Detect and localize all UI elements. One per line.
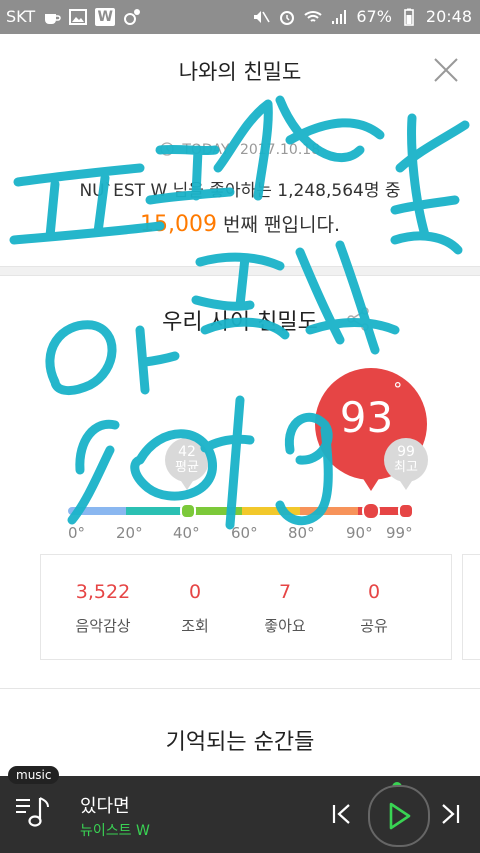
stat-views: 0 조회	[155, 581, 235, 636]
tick-label: 20°	[116, 524, 143, 542]
music-app-icon	[123, 8, 141, 26]
section-divider	[0, 266, 480, 276]
stat-shares: 0 공유	[334, 581, 414, 636]
activity-stats-card: 3,522 음악감상 0 조회 7 좋아요 0 공유	[40, 554, 452, 660]
stat-label: 공유	[360, 617, 388, 635]
best-dot	[398, 503, 414, 519]
page-header: 나와의 친밀도	[0, 34, 480, 105]
stat-value: 7	[278, 581, 292, 603]
gauge-segment-yellow	[242, 507, 300, 515]
score-degree: °	[393, 379, 403, 400]
best-pointer	[400, 481, 412, 490]
battery-icon	[400, 8, 418, 26]
average-value: 42	[178, 444, 196, 460]
previous-track-icon[interactable]	[330, 802, 354, 826]
fan-number: 15,009	[140, 212, 217, 237]
close-icon	[434, 58, 458, 82]
today-date: 2017.10.18	[239, 142, 321, 158]
score-dot	[362, 502, 380, 520]
music-badge: music	[8, 766, 60, 784]
carrier-label: SKT	[6, 7, 36, 26]
gauge-segment-blue	[68, 507, 126, 515]
intimacy-score: 93	[339, 393, 394, 442]
moments-title: 기억되는 순간들	[165, 730, 315, 755]
tick-label: 90°	[346, 524, 373, 542]
alarm-icon	[278, 8, 296, 26]
stat-label: 음악감상	[75, 617, 131, 635]
stat-label: 조회	[181, 617, 209, 635]
mute-icon	[252, 8, 271, 26]
page-title: 나와의 친밀도	[178, 60, 302, 84]
average-marker: 42 평균	[165, 438, 209, 482]
playlist-icon[interactable]	[14, 792, 54, 832]
tick-label: 60°	[231, 524, 258, 542]
next-card-peek[interactable]	[462, 554, 480, 660]
song-artist[interactable]: 뉴이스트 W	[80, 820, 150, 840]
w-app-icon: W	[95, 7, 116, 26]
clock-time: 20:48	[425, 7, 472, 26]
status-bar: SKT W 67% 20:48	[0, 0, 480, 34]
best-value: 99	[397, 444, 415, 460]
tick-label: 40°	[173, 524, 200, 542]
best-label: 최고	[394, 460, 418, 475]
average-label: 평균	[175, 460, 199, 475]
share-icon[interactable]	[345, 306, 371, 332]
stat-listening: 3,522 음악감상	[63, 581, 143, 636]
fan-rank-line: 15,009 번째 팬입니다.	[0, 210, 480, 237]
clock-icon	[160, 142, 174, 156]
stat-value: 0	[367, 581, 381, 603]
song-title[interactable]: 있다면	[80, 792, 130, 818]
intimacy-section-title: 우리 사이 친밀도	[162, 310, 318, 335]
tick-label: 0°	[68, 524, 86, 542]
average-pointer	[181, 481, 193, 490]
average-dot	[180, 503, 196, 519]
gauge-segment-teal	[126, 507, 184, 515]
intimacy-gauge-bar	[68, 507, 412, 515]
stat-likes: 7 좋아요	[245, 581, 325, 636]
next-track-icon[interactable]	[438, 802, 462, 826]
gauge-segment-orange	[300, 507, 358, 515]
battery-percent: 67%	[356, 7, 392, 26]
stat-value: 3,522	[75, 581, 131, 603]
score-pointer	[362, 477, 380, 491]
fan-count-line: NU`EST W 님을 좋아하는 1,248,564명 중	[79, 181, 401, 201]
wifi-icon	[304, 8, 322, 26]
section-divider	[0, 688, 480, 689]
intimacy-content: TODAY 2017.10.18 NU`EST W 님을 좋아하는 1,248,…	[0, 104, 480, 776]
close-button[interactable]	[430, 54, 462, 86]
gauge-ticks: 0° 20° 40° 60° 80° 90° 99°	[0, 524, 480, 546]
gallery-icon	[69, 8, 88, 26]
tick-label: 99°	[386, 524, 413, 542]
play-icon	[389, 802, 411, 830]
tick-label: 80°	[288, 524, 315, 542]
mini-player[interactable]: music 있다면 뉴이스트 W	[0, 766, 480, 853]
play-button[interactable]	[368, 785, 430, 847]
best-marker: 99 최고	[384, 438, 428, 482]
today-row: TODAY 2017.10.18	[0, 142, 480, 158]
fan-rank-suffix: 번째 팬입니다.	[216, 214, 340, 236]
signal-icon	[330, 8, 348, 26]
today-label: TODAY	[182, 142, 230, 158]
coffee-icon	[43, 8, 61, 26]
stat-value: 0	[188, 581, 202, 603]
stat-label: 좋아요	[264, 617, 306, 635]
